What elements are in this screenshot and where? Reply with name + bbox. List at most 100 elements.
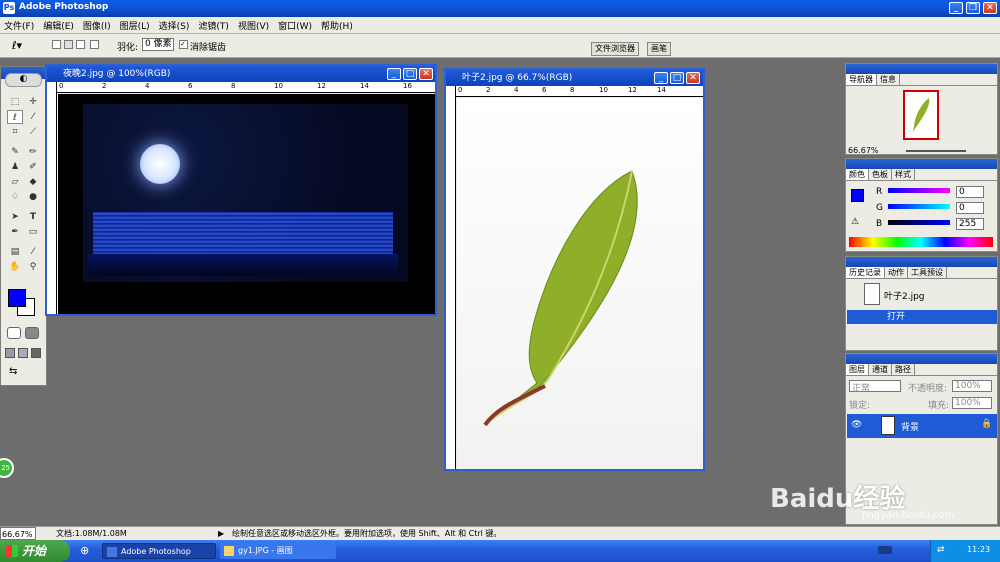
menu-layer[interactable]: 图层(L) (120, 19, 150, 32)
notes-tool-icon[interactable]: ▤ (7, 245, 23, 259)
tab-actions[interactable]: 动作 (885, 267, 908, 278)
spectrum-bar[interactable] (849, 237, 993, 247)
navigator-zoom[interactable]: 66.67% (848, 146, 879, 155)
doc2-maximize-button[interactable]: □ (670, 72, 684, 84)
layer-row-background[interactable]: 👁 背景 🔒 (847, 414, 997, 438)
type-tool-icon[interactable]: T (25, 210, 41, 224)
b-slider[interactable] (888, 220, 950, 225)
doc1-title-bar[interactable]: 夜晚2.jpg @ 100%(RGB) _ □ ✕ (47, 66, 435, 82)
pen-tool-icon[interactable]: ✒ (7, 225, 23, 239)
lasso-preset-icon[interactable]: ℓ▾ (12, 39, 22, 52)
g-slider[interactable] (888, 204, 950, 209)
start-button[interactable]: 开始 (0, 540, 70, 562)
status-doc-size[interactable]: 文档:1.08M/1.08M (56, 527, 127, 540)
crop-tool-icon[interactable]: ⌗ (7, 125, 23, 139)
move-tool-icon[interactable]: ✛ (25, 95, 41, 109)
tab-layers[interactable]: 图层 (846, 364, 869, 375)
zoom-tool-icon[interactable]: ⚲ (25, 260, 41, 274)
r-input[interactable]: 0 (956, 186, 984, 198)
screen-mode-standard-icon[interactable] (5, 348, 15, 358)
menu-filter[interactable]: 滤镜(T) (198, 19, 229, 32)
standard-mode-icon[interactable] (7, 327, 21, 339)
doc2-title-bar[interactable]: 叶子2.jpg @ 66.7%(RGB) _ □ ✕ (446, 70, 703, 86)
doc2-close-button[interactable]: ✕ (686, 72, 700, 84)
close-button[interactable]: ✕ (983, 2, 997, 14)
tab-color[interactable]: 颜色 (846, 169, 869, 180)
navigator-slider[interactable] (906, 150, 966, 152)
history-brush-icon[interactable]: ✐ (25, 160, 41, 174)
tab-history[interactable]: 历史记录 (846, 267, 885, 278)
doc2-minimize-button[interactable]: _ (654, 72, 668, 84)
navigator-thumbnail[interactable] (903, 90, 939, 140)
screen-mode-full-icon[interactable] (31, 348, 41, 358)
lasso-tool-icon[interactable]: ℓ (7, 110, 23, 124)
adobe-online-icon[interactable]: ◐ (5, 73, 42, 87)
intersect-selection-icon[interactable] (90, 40, 99, 49)
shape-tool-icon[interactable]: ▭ (25, 225, 41, 239)
add-selection-icon[interactable] (64, 40, 73, 49)
fill-input[interactable]: 100% (952, 397, 992, 409)
visibility-eye-icon[interactable]: 👁 (851, 420, 862, 430)
tab-file-browser[interactable]: 文件浏览器 (591, 42, 639, 56)
subtract-selection-icon[interactable] (76, 40, 85, 49)
quickmask-mode-icon[interactable] (25, 327, 39, 339)
night-moon-image[interactable] (58, 94, 435, 314)
healing-brush-icon[interactable]: ✎ (7, 145, 23, 159)
taskbar-item-photoshop[interactable]: Adobe Photoshop (102, 543, 216, 559)
antialias-checkbox[interactable]: ✓ (179, 40, 188, 49)
foreground-color-swatch[interactable] (8, 289, 26, 307)
color-fg-swatch[interactable] (851, 189, 864, 202)
opacity-input[interactable]: 100% (952, 380, 992, 392)
quicklaunch-ie-icon[interactable]: ⊕ (80, 544, 89, 557)
tab-info[interactable]: 信息 (877, 74, 900, 85)
menu-image[interactable]: 图像(I) (83, 19, 111, 32)
brush-tool-icon[interactable]: ✏ (25, 145, 41, 159)
floating-badge[interactable]: 25 (0, 458, 14, 478)
menu-help[interactable]: 帮助(H) (321, 19, 353, 32)
magic-wand-icon[interactable]: ⁄ (25, 110, 41, 124)
tab-styles[interactable]: 样式 (892, 169, 915, 180)
dodge-tool-icon[interactable]: ● (25, 190, 41, 204)
doc1-minimize-button[interactable]: _ (387, 68, 401, 80)
b-input[interactable]: 255 (956, 218, 984, 230)
slice-tool-icon[interactable]: ⟋ (25, 125, 41, 139)
menu-file[interactable]: 文件(F) (4, 19, 34, 32)
doc1-maximize-button[interactable]: □ (403, 68, 417, 80)
hand-tool-icon[interactable]: ✋ (7, 260, 23, 274)
history-snapshot-label[interactable]: 叶子2.jpg (884, 289, 925, 302)
tray-network-icon[interactable]: ⇄ (937, 545, 945, 555)
menu-window[interactable]: 窗口(W) (278, 19, 312, 32)
tray-scroll-icon[interactable] (878, 546, 892, 554)
jump-to-imageready-icon[interactable]: ⇆ (9, 366, 37, 378)
feather-input[interactable]: 0 像素 (142, 38, 174, 51)
eraser-tool-icon[interactable]: ▱ (7, 175, 23, 189)
r-slider[interactable] (888, 188, 950, 193)
taskbar-item-paint[interactable]: gy1.JPG - 画图 (220, 543, 336, 559)
tab-brushes[interactable]: 画笔 (647, 42, 671, 56)
leaf-image[interactable] (457, 98, 703, 469)
tab-tool-presets[interactable]: 工具预设 (908, 267, 947, 278)
restore-button[interactable]: ❐ (966, 2, 980, 14)
screen-mode-full-menu-icon[interactable] (18, 348, 28, 358)
new-selection-icon[interactable] (52, 40, 61, 49)
status-zoom[interactable]: 66.67% (0, 527, 36, 540)
g-input[interactable]: 0 (956, 202, 984, 214)
doc1-close-button[interactable]: ✕ (419, 68, 433, 80)
paint-bucket-icon[interactable]: ◆ (25, 175, 41, 189)
menu-select[interactable]: 选择(S) (159, 19, 190, 32)
clock[interactable]: 11:23 (967, 545, 990, 554)
menu-edit[interactable]: 编辑(E) (43, 19, 74, 32)
stamp-tool-icon[interactable]: ♟ (7, 160, 23, 174)
marquee-tool-icon[interactable]: ⬚ (7, 95, 23, 109)
menu-view[interactable]: 视图(V) (238, 19, 269, 32)
tab-swatches[interactable]: 色板 (869, 169, 892, 180)
tab-navigator[interactable]: 导航器 (846, 74, 877, 85)
tab-channels[interactable]: 通道 (869, 364, 892, 375)
path-select-icon[interactable]: ➤ (7, 210, 23, 224)
eyedropper-icon[interactable]: ⁄ (25, 245, 41, 259)
blur-tool-icon[interactable]: ♢ (7, 190, 23, 204)
tab-paths[interactable]: 路径 (892, 364, 915, 375)
blend-mode-select[interactable]: 正常 (849, 380, 901, 394)
minimize-button[interactable]: _ (949, 2, 963, 14)
history-step-row[interactable]: 打开 (847, 310, 997, 324)
